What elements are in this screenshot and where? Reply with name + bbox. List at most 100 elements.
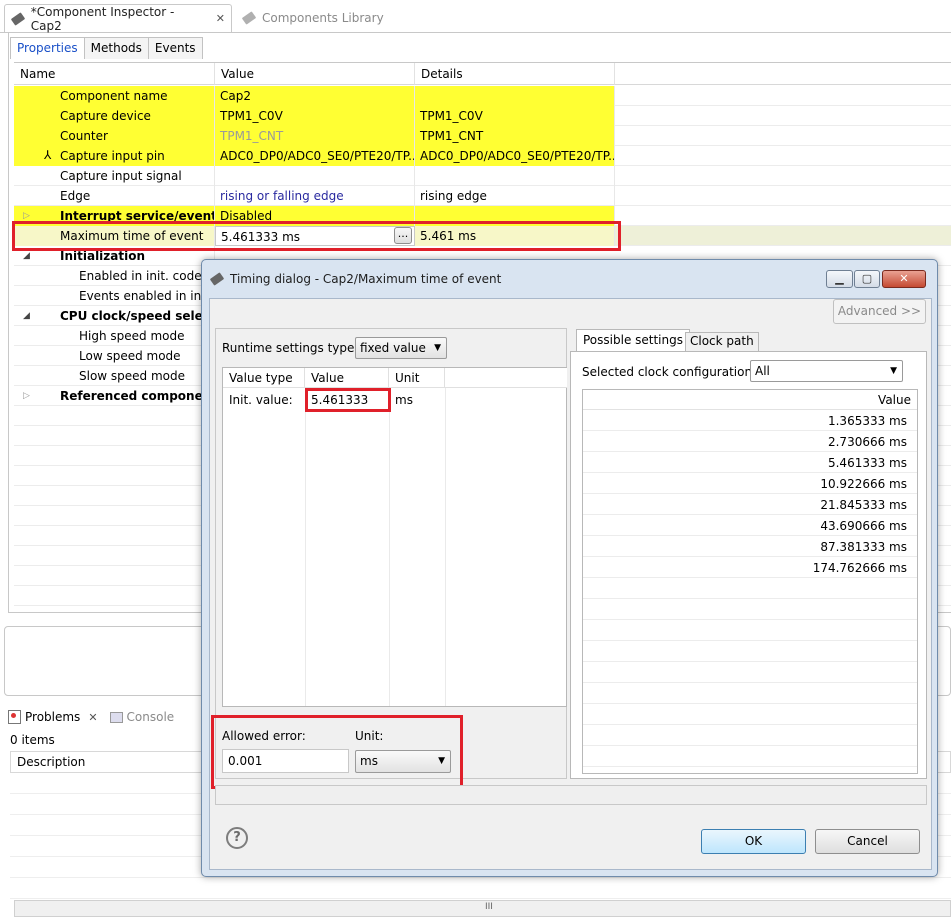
prop-value[interactable]: Disabled xyxy=(215,206,415,226)
list-item[interactable]: 10.922666 ms xyxy=(820,477,907,491)
collapse-icon[interactable]: ◢ xyxy=(23,306,30,326)
unit-label: Unit: xyxy=(355,729,384,743)
list-item[interactable]: 87.381333 ms xyxy=(820,540,907,554)
column-header-value[interactable]: Value xyxy=(305,368,389,388)
prop-name: Counter xyxy=(14,126,215,146)
prop-name: Component name xyxy=(14,86,215,106)
column-header-value[interactable]: Value xyxy=(878,393,911,407)
prop-value[interactable]: TPM1_C0V xyxy=(215,106,415,126)
tab-components-library[interactable]: Components Library xyxy=(236,4,390,32)
expand-icon[interactable]: ▷ xyxy=(23,206,30,226)
prop-value[interactable]: ADC0_DP0/ADC0_SE0/PTE20/TP... xyxy=(215,146,415,166)
table-row-selected[interactable]: Maximum time of event 5.461333 ms ... 5.… xyxy=(14,226,951,246)
column-header-empty xyxy=(615,63,951,85)
prop-name-text: Interrupt service/event xyxy=(60,209,215,223)
dropdown-arrow-icon: ▼ xyxy=(434,343,441,353)
scroll-grip[interactable]: III xyxy=(485,902,493,912)
table-row[interactable]: Edge rising or falling edge rising edge xyxy=(14,186,951,206)
table-row[interactable]: ⅄ Capture input pin ADC0_DP0/ADC0_SE0/PT… xyxy=(14,146,951,166)
column-header-unit[interactable]: Unit xyxy=(389,368,445,388)
horizontal-scrollbar[interactable]: III xyxy=(14,900,951,917)
tab-events[interactable]: Events xyxy=(147,37,203,59)
close-button[interactable]: ✕ xyxy=(882,270,926,288)
init-value-unit: ms xyxy=(395,393,413,407)
tab-methods[interactable]: Methods xyxy=(83,37,149,59)
component-chip-icon xyxy=(242,11,256,25)
prop-details: rising edge xyxy=(415,186,615,206)
close-icon[interactable]: ✕ xyxy=(88,711,97,724)
tab-console[interactable]: Console xyxy=(109,710,174,724)
list-item[interactable]: 174.762666 ms xyxy=(813,561,907,575)
select-value: fixed value xyxy=(360,341,426,355)
maximize-button[interactable]: ▢ xyxy=(854,270,880,288)
dialog-title: Timing dialog - Cap2/Maximum time of eve… xyxy=(230,272,502,286)
prop-name: Enabled in init. code xyxy=(14,266,215,286)
close-icon[interactable]: ✕ xyxy=(216,12,225,25)
list-item[interactable]: 1.365333 ms xyxy=(828,414,907,428)
problems-icon xyxy=(8,710,21,724)
prop-details: TPM1_CNT xyxy=(415,126,615,146)
tab-clock-path[interactable]: Clock path xyxy=(685,332,759,351)
divider xyxy=(445,388,446,706)
prop-details xyxy=(415,86,615,106)
column-header-value[interactable]: Value xyxy=(215,63,415,85)
tab-label: Problems xyxy=(25,710,81,724)
dialog-body: Advanced >> Runtime settings type: fixed… xyxy=(209,298,932,870)
collapse-icon[interactable]: ◢ xyxy=(23,246,30,266)
unit-select[interactable]: ms ▼ xyxy=(355,750,451,773)
ok-button[interactable]: OK xyxy=(701,829,806,854)
prop-value-editor[interactable]: 5.461333 ms xyxy=(215,226,415,246)
tab-possible-settings[interactable]: Possible settings xyxy=(576,329,690,351)
allowed-error-label: Allowed error: xyxy=(222,729,306,743)
dropdown-arrow-icon: ▼ xyxy=(890,366,897,376)
list-item[interactable]: 2.730666 ms xyxy=(828,435,907,449)
table-row[interactable]: Counter TPM1_CNT TPM1_CNT xyxy=(14,126,951,146)
tab-component-inspector[interactable]: *Component Inspector - Cap2 ✕ xyxy=(4,4,232,33)
prop-value[interactable]: rising or falling edge xyxy=(215,186,415,206)
runtime-settings-label: Runtime settings type: xyxy=(222,341,359,355)
column-header-details[interactable]: Details xyxy=(415,63,615,85)
column-header-value-type[interactable]: Value type xyxy=(223,368,305,388)
list-item[interactable]: 5.461333 ms xyxy=(828,456,907,470)
prop-value[interactable]: Cap2 xyxy=(215,86,415,106)
prop-details: 5.461 ms xyxy=(415,226,615,246)
clock-config-select[interactable]: All ▼ xyxy=(750,360,903,382)
possible-values-header: Value xyxy=(583,390,917,410)
minimize-button[interactable]: ▁ xyxy=(826,270,853,288)
divider xyxy=(305,388,306,706)
prop-name-text: CPU clock/speed select xyxy=(60,309,215,323)
prop-name: Events enabled in init xyxy=(14,286,215,306)
list-item[interactable]: 43.690666 ms xyxy=(820,519,907,533)
prop-name-text: Initialization xyxy=(60,249,146,263)
prop-details xyxy=(415,206,615,226)
column-header-name[interactable]: Name xyxy=(14,63,215,85)
expand-icon[interactable]: ▷ xyxy=(23,386,30,406)
divider xyxy=(389,388,390,706)
prop-name: Edge xyxy=(14,186,215,206)
select-value: ms xyxy=(360,754,378,768)
problems-tab-bar: Problems ✕ Console xyxy=(6,706,174,728)
allowed-error-input[interactable]: 0.001 xyxy=(222,749,349,773)
possible-settings-panel: Selected clock configuration All ▼ Value … xyxy=(570,351,927,779)
list-item[interactable]: 21.845333 ms xyxy=(820,498,907,512)
cancel-button[interactable]: Cancel xyxy=(815,829,920,854)
prop-name: ▷ Interrupt service/event xyxy=(14,206,215,226)
table-row[interactable]: ▷ Interrupt service/event Disabled xyxy=(14,206,951,226)
runtime-settings-select[interactable]: fixed value ▼ xyxy=(355,337,447,359)
table-row[interactable]: Capture device TPM1_C0V TPM1_C0V xyxy=(14,106,951,126)
table-row[interactable]: Capture input signal xyxy=(14,166,951,186)
init-value-field[interactable]: 5.461333 xyxy=(311,393,368,407)
help-icon[interactable]: ? xyxy=(226,827,248,849)
properties-tab-bar: Properties Methods Events xyxy=(10,37,203,59)
prop-name: High speed mode xyxy=(14,326,215,346)
prop-value[interactable]: TPM1_CNT xyxy=(215,126,415,146)
prop-name: Capture device xyxy=(14,106,215,126)
tab-problems[interactable]: Problems ✕ xyxy=(6,710,100,724)
tab-properties[interactable]: Properties xyxy=(10,37,85,59)
ellipsis-button[interactable]: ... xyxy=(394,227,412,244)
table-row[interactable]: Component name Cap2 xyxy=(14,86,951,106)
value-table: Value type Value Unit Init. value: 5.461… xyxy=(222,367,567,707)
tab-label: *Component Inspector - Cap2 xyxy=(30,4,175,33)
advanced-button[interactable]: Advanced >> xyxy=(833,299,926,324)
prop-value[interactable] xyxy=(215,166,415,186)
